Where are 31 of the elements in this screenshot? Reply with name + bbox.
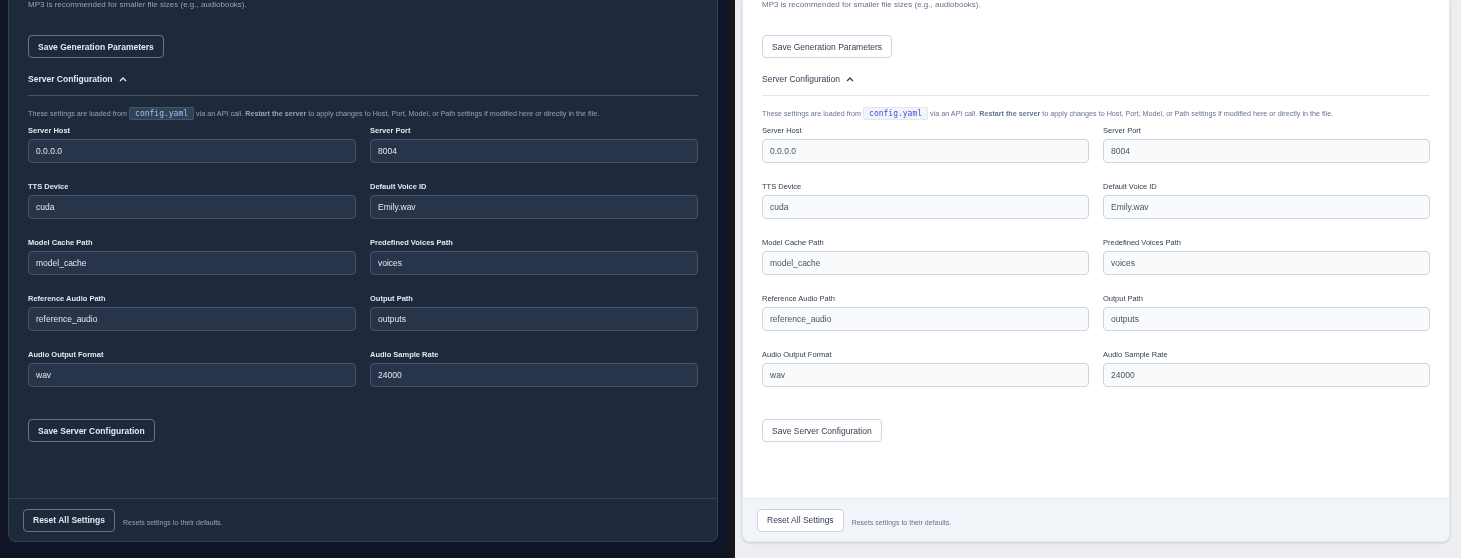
save-generation-button[interactable]: Save Generation Parameters bbox=[28, 35, 164, 58]
reset-button[interactable]: Reset All Settings bbox=[23, 508, 115, 532]
save-generation-button[interactable]: Save Generation Parameters bbox=[762, 35, 893, 58]
input-field[interactable]: reference_audio bbox=[762, 307, 1089, 331]
input-field[interactable]: model_cache bbox=[28, 251, 356, 275]
reset-button[interactable]: Reset All Settings bbox=[757, 508, 844, 532]
input-field[interactable]: 8004 bbox=[1103, 139, 1430, 163]
input-field[interactable]: outputs bbox=[370, 307, 698, 331]
format-note: MP3 is recommended for smaller file sizes (e.g., audiobooks). bbox=[28, 0, 248, 10]
save-server-button[interactable]: Save Server Configuration bbox=[28, 419, 155, 442]
section-title[interactable]: Server Configuration bbox=[762, 74, 840, 84]
input-field[interactable]: 8004 bbox=[370, 139, 698, 163]
section-title[interactable]: Server Configuration bbox=[28, 74, 113, 84]
input-field[interactable]: voices bbox=[370, 251, 698, 275]
input-field[interactable]: 0.0.0.0 bbox=[28, 139, 356, 163]
input-field[interactable]: cuda bbox=[28, 195, 356, 219]
input-field[interactable]: model_cache bbox=[762, 251, 1089, 275]
chevron-icon[interactable] bbox=[845, 76, 854, 82]
input-field[interactable]: 0.0.0.0 bbox=[762, 139, 1089, 163]
input-field[interactable]: reference_audio bbox=[28, 307, 356, 331]
input-field[interactable]: Emily.wav bbox=[1103, 195, 1430, 219]
input-field[interactable]: voices bbox=[1103, 251, 1430, 275]
input-field[interactable]: wav bbox=[28, 363, 356, 387]
input-field[interactable]: 24000 bbox=[370, 363, 698, 387]
input-field[interactable]: outputs bbox=[1103, 307, 1430, 331]
input-field[interactable]: 24000 bbox=[1103, 363, 1430, 387]
save-server-button[interactable]: Save Server Configuration bbox=[762, 419, 882, 442]
input-field[interactable]: wav bbox=[762, 363, 1089, 387]
input-field[interactable]: Emily.wav bbox=[370, 195, 698, 219]
input-field[interactable]: cuda bbox=[762, 195, 1089, 219]
format-note: MP3 is recommended for smaller file sizes (e.g., audiobooks). bbox=[762, 0, 982, 10]
